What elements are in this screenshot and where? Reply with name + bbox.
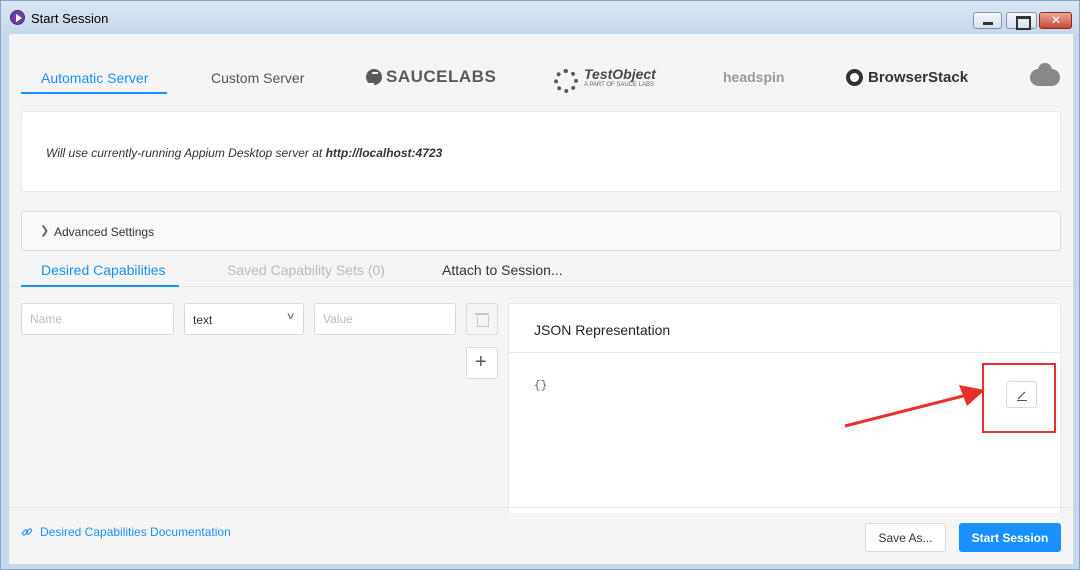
plus-icon: + (475, 351, 487, 373)
advanced-settings-label: Advanced Settings (54, 225, 155, 239)
tab-testobject[interactable]: TestObject A PART OF SAUCE LABS (546, 64, 656, 93)
add-capability-button[interactable]: + (466, 347, 498, 379)
info-prefix: Will use currently-running Appium Deskto… (46, 146, 326, 160)
capability-type-value: text (193, 313, 213, 327)
window-title: Start Session (31, 11, 109, 26)
json-representation-panel: JSON Representation {} (508, 303, 1061, 513)
tab-custom-server[interactable]: Custom Server (211, 70, 304, 86)
advanced-settings-collapse[interactable]: ❯ Advanced Settings (21, 211, 1061, 251)
saucelabs-label: SAUCELABS (386, 67, 497, 86)
minimize-button[interactable] (973, 12, 1002, 29)
json-panel-divider (509, 352, 1060, 353)
appium-app-icon (10, 10, 25, 25)
tab-saved-capability-sets[interactable]: Saved Capability Sets (0) (227, 262, 385, 278)
app-window: Start Session Automatic Server Custom Se… (0, 0, 1080, 570)
desired-capabilities-doc-link[interactable]: Desired Capabilities Documentation (21, 525, 231, 539)
capability-type-select[interactable]: text ∨ (184, 303, 304, 335)
link-icon (21, 528, 33, 536)
cloud-key-icon (1030, 62, 1060, 86)
server-info-text: Will use currently-running Appium Deskto… (46, 146, 442, 160)
title-bar[interactable]: Start Session (1, 1, 1079, 35)
maximize-button[interactable] (1006, 12, 1037, 30)
annotation-highlight-box (982, 363, 1056, 433)
footer-divider (9, 507, 1073, 508)
saucelabs-logo-icon (366, 69, 382, 85)
tab-cloud-provider[interactable] (1030, 62, 1060, 90)
tab-saucelabs[interactable]: SAUCELABS (366, 64, 496, 90)
chevron-down-icon: ∨ (285, 311, 296, 322)
session-client-area: Automatic Server Custom Server SAUCELABS… (9, 34, 1073, 564)
annotation-arrow (844, 385, 985, 428)
server-url: http://localhost:4723 (325, 146, 443, 160)
testobject-gear-icon (546, 68, 580, 93)
save-as-button[interactable]: Save As... (865, 523, 946, 552)
active-tab-indicator (21, 285, 179, 287)
close-button[interactable] (1039, 12, 1072, 29)
doc-link-label: Desired Capabilities Documentation (40, 525, 231, 539)
tab-attach-to-session[interactable]: Attach to Session... (442, 262, 563, 278)
server-tabs: Automatic Server Custom Server SAUCELABS… (9, 34, 1073, 96)
tab-desired-capabilities[interactable]: Desired Capabilities (41, 262, 166, 278)
trash-icon (475, 312, 489, 327)
active-tab-indicator (21, 92, 167, 94)
tab-automatic-server[interactable]: Automatic Server (41, 70, 148, 86)
browserstack-eye-icon (846, 68, 863, 86)
server-info-box: Will use currently-running Appium Deskto… (21, 111, 1061, 192)
testobject-sublabel: A PART OF SAUCE LABS (584, 81, 655, 88)
headspin-label: headspin (723, 69, 785, 85)
tab-headspin[interactable]: headspin (723, 64, 784, 90)
testobject-label: TestObject (584, 65, 656, 82)
chevron-right-icon: ❯ (40, 225, 50, 237)
capability-value-input[interactable] (314, 303, 456, 335)
capability-name-input[interactable] (21, 303, 174, 335)
json-panel-title: JSON Representation (534, 322, 671, 338)
browserstack-label: BrowserStack (868, 68, 969, 86)
start-session-button[interactable]: Start Session (959, 523, 1061, 552)
delete-capability-button[interactable] (466, 303, 498, 335)
tab-browserstack[interactable]: BrowserStack (846, 64, 968, 90)
json-content: {} (534, 380, 548, 392)
